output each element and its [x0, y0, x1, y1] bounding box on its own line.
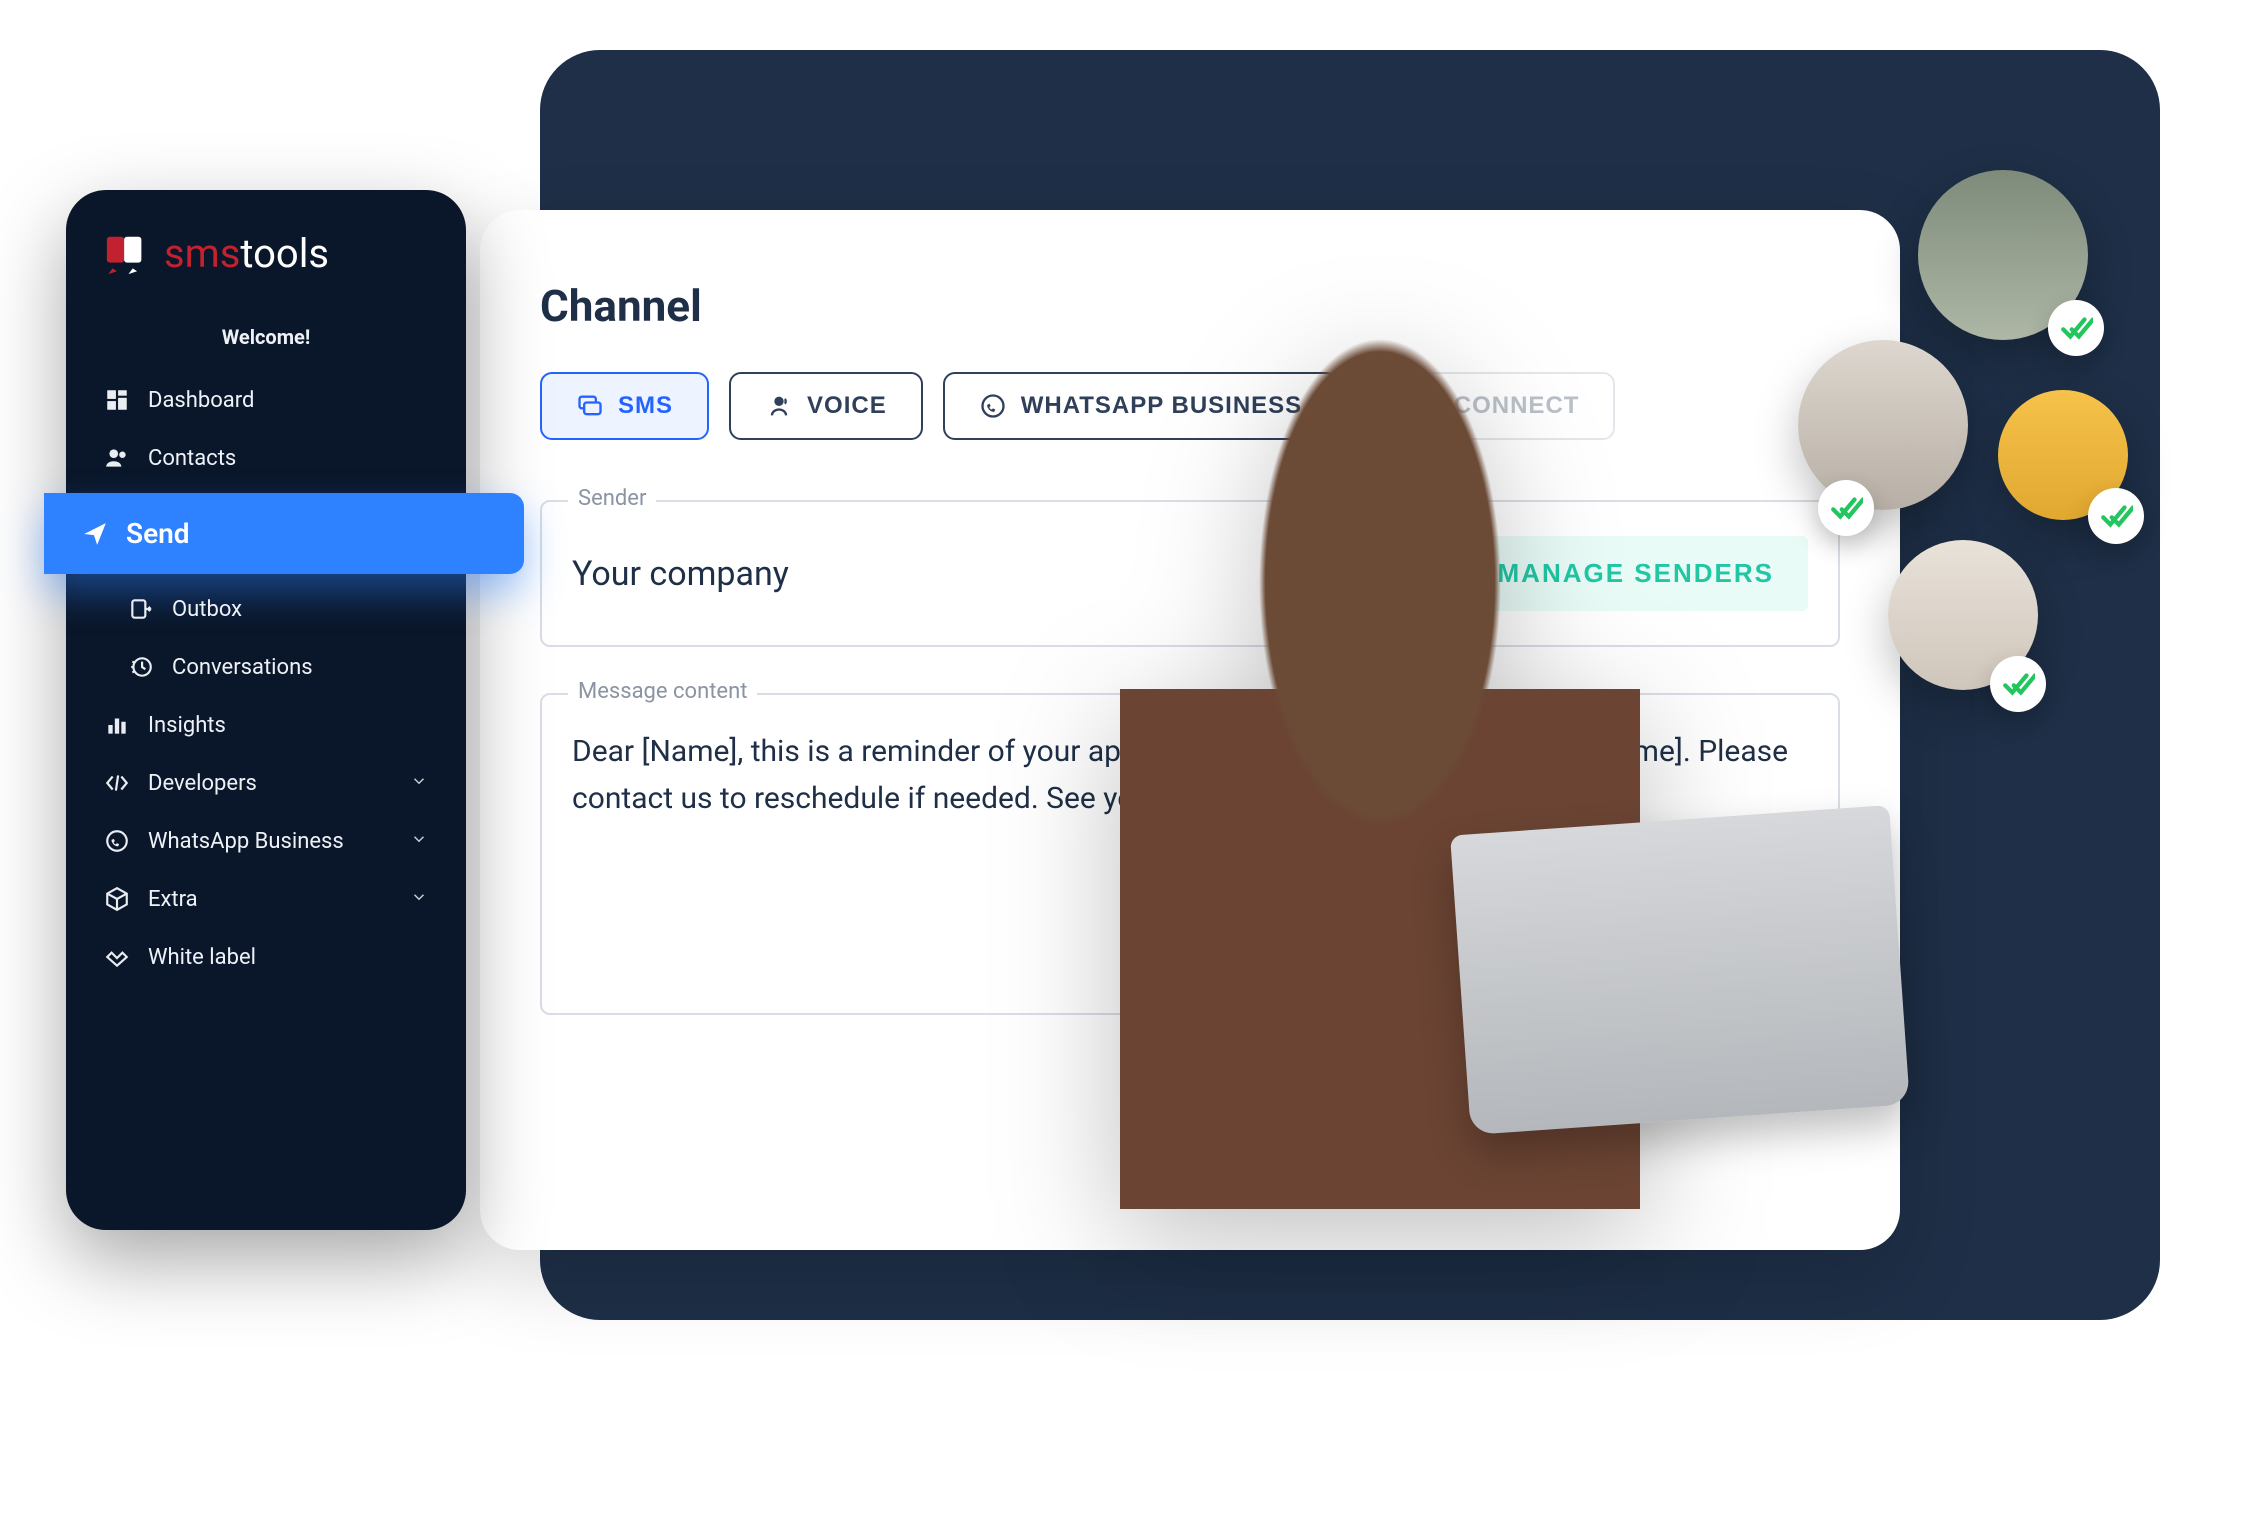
delivered-check-icon [1990, 656, 2046, 712]
tab-voice[interactable]: VOICE [729, 372, 923, 440]
tab-label: VOICE [807, 392, 887, 420]
sidebar-item-label: Contacts [148, 446, 236, 471]
sidebar-item-label: Send [126, 517, 190, 550]
brand-logo-icon [104, 231, 150, 277]
dashboard-icon [104, 387, 130, 413]
history-icon [128, 654, 154, 680]
sidebar-item-label: Dashboard [148, 388, 254, 413]
sidebar-item-label: Developers [148, 771, 257, 796]
chevron-down-icon [410, 829, 428, 854]
tab-label: SMS [618, 392, 673, 420]
delivered-check-icon [2088, 488, 2144, 544]
whatsapp-icon [104, 828, 130, 854]
chevron-down-icon [410, 771, 428, 796]
sidebar-item-white-label[interactable]: White label [66, 928, 466, 986]
sidebar-item-contacts[interactable]: Contacts [66, 429, 466, 487]
brand-name-part1: sms [164, 230, 240, 277]
contacts-icon [104, 445, 130, 471]
sidebar-item-send[interactable]: Send [44, 493, 524, 574]
sender-legend: Sender [568, 486, 656, 511]
sidebar-item-insights[interactable]: Insights [66, 696, 466, 754]
hero-laptop [1450, 805, 1910, 1135]
avatar-cluster [1768, 170, 2188, 790]
sidebar-item-label: Outbox [172, 597, 242, 622]
send-icon [82, 521, 108, 547]
avatar [1798, 340, 1968, 510]
sidebar-item-outbox[interactable]: Outbox [66, 580, 466, 638]
sidebar-item-label: Insights [148, 713, 226, 738]
outbox-icon [128, 596, 154, 622]
brand-logo[interactable]: smstools [66, 230, 466, 311]
sidebar: smstools Welcome! Dashboard Contacts Sen… [66, 190, 466, 1230]
code-icon [104, 770, 130, 796]
brand-name-part2: tools [240, 230, 329, 277]
sidebar-item-label: Conversations [172, 655, 313, 680]
delivered-check-icon [2048, 300, 2104, 356]
welcome-text: Welcome! [66, 311, 466, 371]
sidebar-item-label: Extra [148, 887, 198, 912]
sidebar-item-developers[interactable]: Developers [66, 754, 466, 812]
sidebar-item-dashboard[interactable]: Dashboard [66, 371, 466, 429]
insights-icon [104, 712, 130, 738]
message-legend: Message content [568, 679, 757, 704]
chevron-down-icon [410, 887, 428, 912]
voice-icon [765, 392, 793, 420]
chat-icon [576, 392, 604, 420]
sidebar-item-label: WhatsApp Business [148, 829, 344, 854]
package-icon [104, 886, 130, 912]
sender-value[interactable]: Your company [572, 554, 789, 594]
tab-sms[interactable]: SMS [540, 372, 709, 440]
sidebar-item-whatsapp-business[interactable]: WhatsApp Business [66, 812, 466, 870]
handshake-icon [104, 944, 130, 970]
sidebar-item-conversations[interactable]: Conversations [66, 638, 466, 696]
sidebar-item-extra[interactable]: Extra [66, 870, 466, 928]
delivered-check-icon [1818, 480, 1874, 536]
sidebar-item-label: White label [148, 945, 256, 970]
